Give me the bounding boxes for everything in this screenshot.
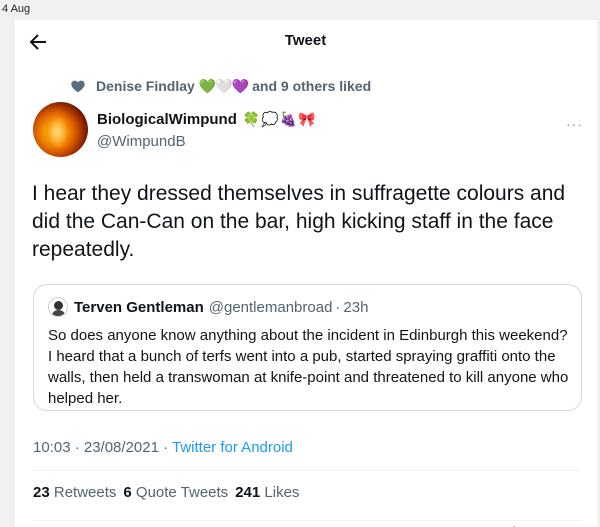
avatar[interactable] [33, 102, 88, 157]
page-title: Tweet [284, 32, 327, 49]
tweet-text: I hear they dressed themselves in suffra… [32, 182, 566, 261]
likes-count: 241 [235, 484, 261, 501]
heart-icon [71, 80, 85, 93]
tweet-meta: 10:03 · 23/08/2021 · Twitter for Android [33, 439, 293, 456]
engagement-stats: 23 Retweets 6 Quote Tweets 241 Likes [33, 484, 306, 501]
quote-tweets-stat[interactable]: 6 Quote Tweets [123, 484, 228, 501]
quoted-author-handle: @gentlemanbroad [208, 298, 333, 316]
quote-tweets-label: Quote Tweets [135, 484, 229, 501]
retweets-label: Retweets [53, 484, 117, 501]
author-name-emoji: 🍀💭🍇🎀 [242, 111, 317, 127]
more-options-icon[interactable]: ··· [566, 116, 583, 132]
quoted-time: 23h [343, 298, 369, 316]
divider [33, 470, 581, 471]
quoted-tweet[interactable]: Terven Gentleman @gentlemanbroad · 23h S… [33, 284, 582, 411]
retweets-count: 23 [33, 484, 50, 501]
quoted-tweet-text: So does anyone know anything about the i… [48, 327, 569, 407]
tweet-card: Tweet Denise Findlay 💚🤍💜 and 9 others li… [13, 20, 597, 527]
likes-stat[interactable]: 241 Likes [235, 484, 299, 501]
source-link[interactable]: Twitter for Android [172, 439, 293, 456]
quoted-tweet-header: Terven Gentleman @gentlemanbroad · 23h [48, 297, 368, 317]
retweets-stat[interactable]: 23 Retweets [33, 484, 116, 501]
divider [33, 520, 581, 521]
likes-label: Likes [264, 484, 300, 501]
header: Tweet [14, 20, 597, 62]
social-context[interactable]: Denise Findlay 💚🤍💜 and 9 others liked [70, 76, 371, 96]
author-name-row[interactable]: BiologicalWimpund 🍀💭🍇🎀 [97, 111, 317, 128]
quote-tweets-count: 6 [123, 484, 132, 501]
liked-by-name[interactable]: Denise Findlay [96, 78, 195, 94]
liked-by-emoji: 💚🤍💜 [198, 77, 249, 94]
quoted-separator: · [335, 298, 341, 316]
quoted-avatar [48, 297, 68, 317]
author-name[interactable]: BiologicalWimpund [97, 111, 237, 128]
timestamp[interactable]: 10:03 · 23/08/2021 · [33, 439, 172, 456]
date-label: 4 Aug [2, 3, 31, 15]
liked-by-rest: and 9 others liked [252, 78, 372, 94]
author-handle[interactable]: @WimpundB [97, 133, 186, 150]
quoted-author-name: Terven Gentleman [74, 298, 204, 316]
